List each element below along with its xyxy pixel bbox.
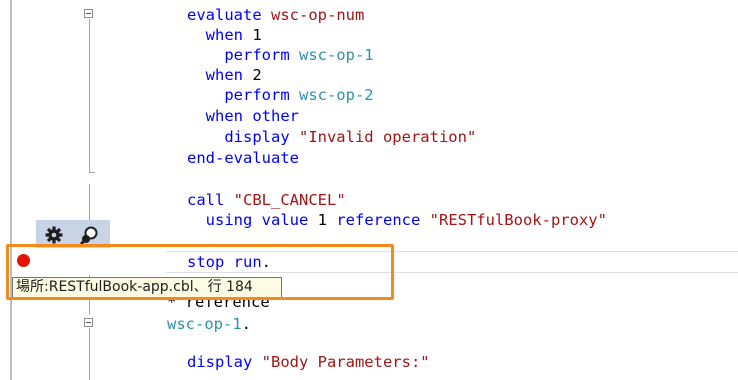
editor-left-strip: [0, 0, 10, 380]
code-token: evaluate: [187, 6, 271, 24]
code-line[interactable]: when 2: [187, 65, 262, 85]
code-token: display: [224, 128, 299, 146]
fold-guide-end: [89, 172, 95, 173]
code-line[interactable]: display "Invalid operation": [187, 127, 476, 147]
code-token: end-evaluate: [187, 149, 299, 167]
code-token: "Body Parameters:": [261, 353, 430, 371]
code-token: 1: [252, 26, 262, 44]
code-token: when other: [205, 107, 299, 125]
code-token: perform: [224, 86, 299, 104]
code-token: reference: [336, 211, 430, 229]
code-token: perform: [224, 46, 299, 64]
code-line[interactable]: evaluate wsc-op-num: [187, 5, 364, 25]
code-token: wsc-op-1: [167, 315, 242, 333]
annotation-highlight-box: [6, 244, 394, 300]
hint-icon[interactable]: [78, 225, 100, 245]
code-line[interactable]: call "CBL_CANCEL": [187, 190, 346, 210]
code-line[interactable]: display "Body Parameters:": [187, 352, 430, 372]
code-line[interactable]: wsc-op-1.: [167, 314, 251, 334]
code-line[interactable]: using value 1 reference "RESTfulBook-pro…: [187, 210, 607, 230]
code-token: .: [241, 315, 251, 333]
code-token: wsc-op-num: [271, 6, 365, 24]
collapse-toggle-evaluate[interactable]: [84, 9, 93, 18]
fold-guide-line: [89, 19, 90, 173]
code-editor[interactable]: evaluate wsc-op-num when 1 perform wsc-o…: [0, 0, 738, 380]
gear-icon[interactable]: [45, 226, 63, 244]
collapse-toggle-paragraph[interactable]: [84, 318, 93, 327]
code-token: 1: [317, 211, 337, 229]
fold-margin: [36, 0, 166, 380]
code-token: "RESTfulBook-proxy": [429, 211, 607, 229]
glyph-margin[interactable]: [12, 0, 36, 380]
fold-guide-line: [89, 328, 90, 380]
code-line[interactable]: perform wsc-op-2: [187, 85, 374, 105]
code-token: when: [205, 26, 253, 44]
code-line[interactable]: when 1: [187, 25, 262, 45]
code-line[interactable]: end-evaluate: [187, 148, 299, 168]
code-token: display: [187, 353, 262, 371]
code-token: wsc-op-2: [298, 86, 374, 104]
code-token: 2: [252, 66, 262, 84]
code-line[interactable]: perform wsc-op-1: [187, 45, 374, 65]
code-token: "Invalid operation": [298, 128, 477, 146]
code-token: wsc-op-1: [298, 46, 374, 64]
code-token: call: [187, 191, 234, 209]
code-token: using value: [205, 211, 318, 229]
code-token: when: [205, 66, 253, 84]
code-line[interactable]: when other: [187, 106, 299, 126]
code-token: "CBL_CANCEL": [233, 191, 346, 209]
